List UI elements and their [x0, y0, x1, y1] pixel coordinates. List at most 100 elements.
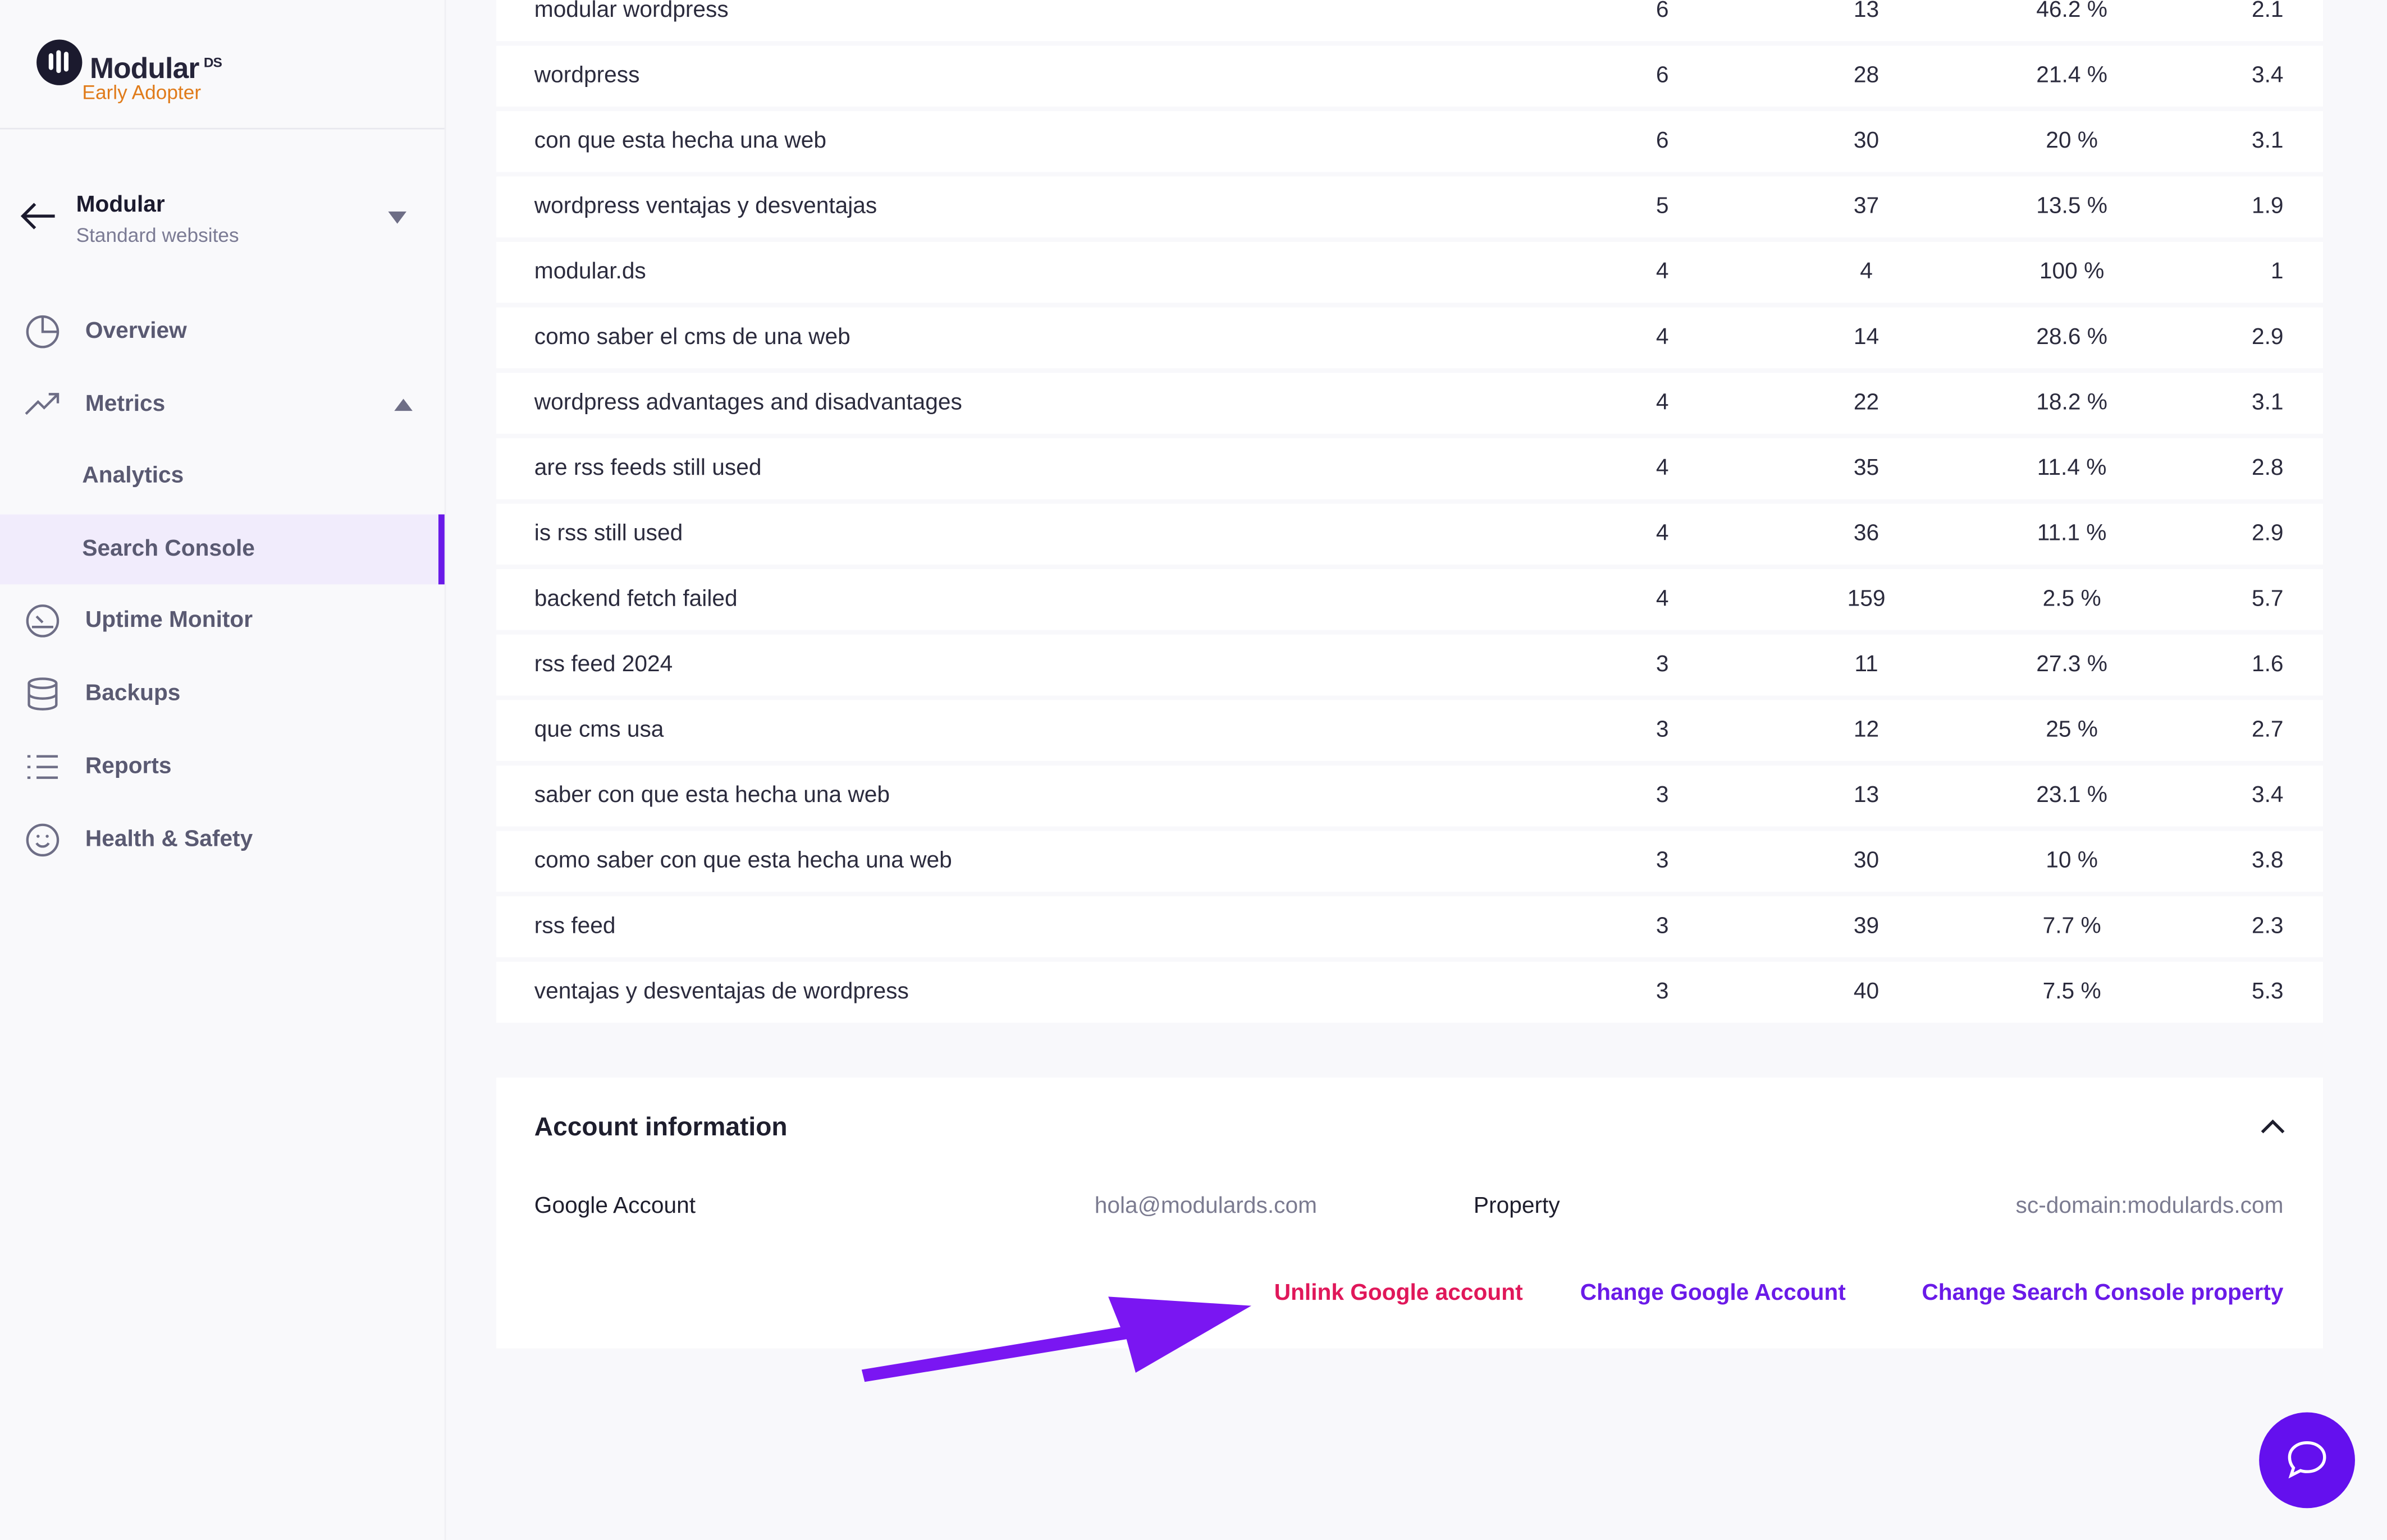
sidebar-item-label: Overview — [85, 318, 187, 344]
table-row: modular.ds 4 4 100 % 1 — [496, 242, 2324, 303]
sidebar-item-reports[interactable]: Reports — [0, 732, 445, 802]
query-cell: rss feed — [534, 913, 616, 939]
chevron-up-icon[interactable] — [2259, 1117, 2287, 1135]
position-cell: 1.9 — [2251, 193, 2284, 219]
gauge-icon — [26, 604, 60, 638]
table-row: rss feed 2024 3 11 27.3 % 1.6 — [496, 634, 2324, 696]
position-cell: 2.8 — [2251, 455, 2284, 481]
clicks-cell: 3 — [1656, 913, 1669, 939]
sidebar-item-backups[interactable]: Backups — [0, 659, 445, 729]
sidebar-item-label: Reports — [85, 753, 172, 780]
ctr-cell: 7.5 % — [2042, 978, 2101, 1005]
table-row: como saber con que esta hecha una web 3 30… — [496, 831, 2324, 892]
ctr-cell: 46.2 % — [2036, 0, 2107, 23]
brand-suffix: DS — [203, 54, 222, 70]
property-label: Property — [1473, 1193, 1560, 1220]
sidebar-item-label: Backups — [85, 680, 181, 707]
clicks-cell: 3 — [1656, 651, 1669, 677]
sidebar-item-search-console[interactable]: Search Console — [0, 514, 445, 585]
query-cell: modular wordpress — [534, 0, 729, 23]
unlink-google-account-link[interactable]: Unlink Google account — [1274, 1280, 1523, 1306]
table-row: rss feed 3 39 7.7 % 2.3 — [496, 896, 2324, 957]
sidebar-item-metrics[interactable]: Metrics — [0, 370, 445, 440]
sidebar-item-label: Analytics — [82, 462, 184, 489]
impressions-cell: 30 — [1853, 127, 1880, 154]
clicks-cell: 6 — [1656, 0, 1669, 23]
chat-button[interactable] — [2259, 1412, 2355, 1509]
sidebar-item-label: Health & Safety — [85, 826, 253, 852]
ctr-cell: 28.6 % — [2036, 324, 2107, 350]
position-cell: 2.9 — [2251, 324, 2284, 350]
impressions-cell: 37 — [1853, 193, 1880, 219]
sidebar-item-overview[interactable]: Overview — [0, 297, 445, 367]
ctr-cell: 25 % — [2046, 717, 2098, 743]
ctr-cell: 2.5 % — [2042, 586, 2101, 612]
position-cell: 2.1 — [2251, 0, 2284, 23]
table-row: wordpress advantages and disadvantages 4 2… — [496, 373, 2324, 434]
site-selector[interactable]: Modular Standard websites — [0, 182, 445, 253]
ctr-cell: 7.7 % — [2042, 913, 2101, 939]
table-row: wordpress ventajas y desventajas 5 37 13.5 … — [496, 176, 2324, 238]
change-google-account-link[interactable]: Change Google Account — [1580, 1280, 1846, 1306]
change-search-console-property-link[interactable]: Change Search Console property — [1922, 1280, 2283, 1306]
position-cell: 3.8 — [2251, 847, 2284, 874]
impressions-cell: 14 — [1853, 324, 1880, 350]
query-cell: modular.ds — [534, 258, 646, 285]
clicks-cell: 4 — [1656, 455, 1669, 481]
ctr-cell: 11.4 % — [2037, 455, 2107, 481]
ctr-cell: 20 % — [2046, 127, 2098, 154]
table-row: backend fetch failed 4 159 2.5 % 5.7 — [496, 569, 2324, 630]
impressions-cell: 13 — [1853, 782, 1880, 808]
position-cell: 1.6 — [2251, 651, 2284, 677]
clicks-cell: 6 — [1656, 127, 1669, 154]
sidebar: Modular DS Early Adopter Modular Standard… — [0, 0, 446, 1540]
clicks-cell: 4 — [1656, 520, 1669, 547]
query-cell: rss feed 2024 — [534, 651, 673, 677]
table-row: saber con que esta hecha una web 3 13 23.1 … — [496, 765, 2324, 827]
impressions-cell: 39 — [1853, 913, 1880, 939]
clicks-cell: 6 — [1656, 62, 1669, 89]
impressions-cell: 4 — [1860, 258, 1873, 285]
site-type: Standard websites — [76, 223, 239, 247]
table-row: que cms usa 3 12 25 % 2.7 — [496, 700, 2324, 761]
impressions-cell: 40 — [1853, 978, 1880, 1005]
sidebar-item-analytics[interactable]: Analytics — [0, 441, 445, 511]
caret-up-icon[interactable] — [394, 398, 413, 411]
impressions-cell: 36 — [1853, 520, 1880, 547]
query-cell: como saber el cms de una web — [534, 324, 850, 350]
query-cell: are rss feeds still used — [534, 455, 762, 481]
account-information-card: Account information Google Account hola@… — [496, 1077, 2324, 1349]
sidebar-item-label: Search Console — [82, 535, 255, 562]
position-cell: 3.4 — [2251, 782, 2284, 808]
position-cell: 2.9 — [2251, 520, 2284, 547]
position-cell: 2.3 — [2251, 913, 2284, 939]
ctr-cell: 100 % — [2039, 258, 2105, 285]
arrow-left-icon[interactable] — [19, 198, 58, 235]
table-row: modular wordpress 6 13 46.2 % 2.1 — [496, 0, 2324, 42]
google-account-value: hola@modulards.com — [1094, 1193, 1318, 1220]
clicks-cell: 5 — [1656, 193, 1669, 219]
position-cell: 5.3 — [2251, 978, 2284, 1005]
position-cell: 3.4 — [2251, 62, 2284, 89]
google-account-label: Google Account — [534, 1193, 696, 1220]
chat-bubble-icon — [2288, 1441, 2326, 1479]
sidebar-item-health-safety[interactable]: Health & Safety — [0, 805, 445, 875]
clicks-cell: 4 — [1656, 324, 1669, 350]
clicks-cell: 4 — [1656, 258, 1669, 285]
impressions-cell: 11 — [1854, 651, 1878, 677]
query-cell: como saber con que esta hecha una web — [534, 847, 952, 874]
impressions-cell: 30 — [1853, 847, 1880, 874]
table-row: wordpress 6 28 21.4 % 3.4 — [496, 45, 2324, 107]
logo-icon — [36, 39, 83, 85]
table-row: is rss still used 4 36 11.1 % 2.9 — [496, 503, 2324, 565]
query-cell: que cms usa — [534, 717, 664, 743]
clicks-cell: 3 — [1656, 978, 1669, 1005]
clicks-cell: 4 — [1656, 389, 1669, 416]
ctr-cell: 10 % — [2046, 847, 2098, 874]
caret-down-icon[interactable] — [388, 211, 407, 224]
impressions-cell: 13 — [1853, 0, 1880, 23]
sidebar-item-label: Uptime Monitor — [85, 607, 253, 634]
table-row: con que esta hecha una web 6 30 20 % 3.1 — [496, 111, 2324, 172]
sidebar-item-uptime-monitor[interactable]: Uptime Monitor — [0, 586, 445, 656]
table-row: are rss feeds still used 4 35 11.4 % 2.8 — [496, 438, 2324, 499]
